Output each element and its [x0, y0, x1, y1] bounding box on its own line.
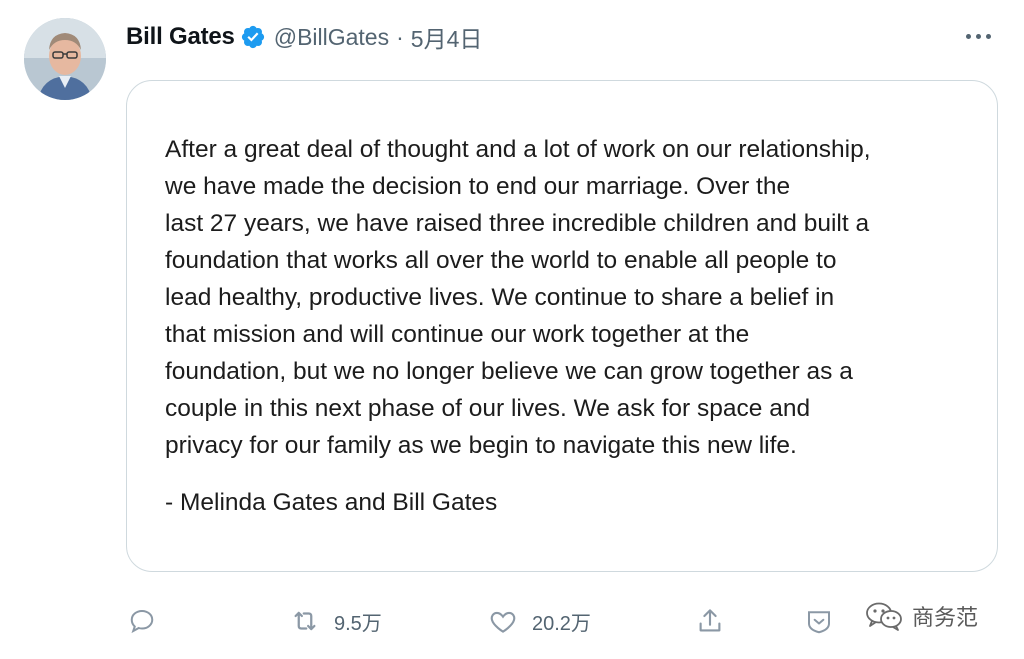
- statement-text: After a great deal of thought and a lot …: [165, 131, 965, 464]
- tweet-header: Bill Gates @BillGates · 5月4日: [126, 20, 482, 54]
- reply-button[interactable]: [127, 598, 157, 644]
- reveal-button[interactable]: [804, 598, 834, 644]
- verified-badge-icon: [240, 24, 266, 50]
- tweet-date[interactable]: 5月4日: [411, 20, 483, 54]
- statement-signature: - Melinda Gates and Bill Gates: [165, 489, 498, 516]
- watermark: 商务范: [864, 596, 978, 636]
- separator: ·: [396, 23, 404, 50]
- statement-line: we have made the decision to end our mar…: [165, 173, 791, 200]
- statement-line: last 27 years, we have raised three incr…: [165, 210, 870, 237]
- reveal-icon: [808, 611, 830, 634]
- statement-line: that mission and will continue our work …: [165, 321, 750, 348]
- reply-icon: [130, 609, 154, 634]
- avatar-image: [24, 18, 106, 100]
- retweet-button[interactable]: 9.5万: [290, 598, 382, 644]
- dot: [965, 33, 971, 39]
- share-icon: [699, 609, 721, 632]
- handle[interactable]: @BillGates: [274, 24, 389, 51]
- like-count: 20.2万: [532, 612, 591, 635]
- statement-line: couple in this next phase of our lives. …: [165, 395, 811, 422]
- retweet-icon: [294, 611, 316, 631]
- statement-line: foundation that works all over the world…: [165, 247, 837, 274]
- share-button[interactable]: [695, 598, 725, 644]
- like-button[interactable]: 20.2万: [488, 598, 591, 644]
- tweet: Bill Gates @BillGates · 5月4日 After a gre…: [0, 0, 1024, 659]
- avatar[interactable]: [24, 18, 106, 100]
- dot: [985, 33, 991, 39]
- more-options-icon[interactable]: [958, 24, 998, 48]
- statement-image-card[interactable]: After a great deal of thought and a lot …: [126, 80, 998, 572]
- watermark-text: 商务范: [912, 606, 979, 631]
- retweet-count: 9.5万: [334, 612, 382, 635]
- wechat-icon: [866, 602, 902, 631]
- statement-line: lead healthy, productive lives. We conti…: [165, 284, 835, 311]
- statement-line: foundation, but we no longer believe we …: [165, 358, 853, 385]
- dot: [975, 33, 981, 39]
- statement-line: privacy for our family as we begin to na…: [165, 432, 797, 459]
- display-name[interactable]: Bill Gates: [126, 23, 235, 51]
- statement-line: After a great deal of thought and a lot …: [165, 136, 871, 163]
- heart-icon: [490, 611, 516, 633]
